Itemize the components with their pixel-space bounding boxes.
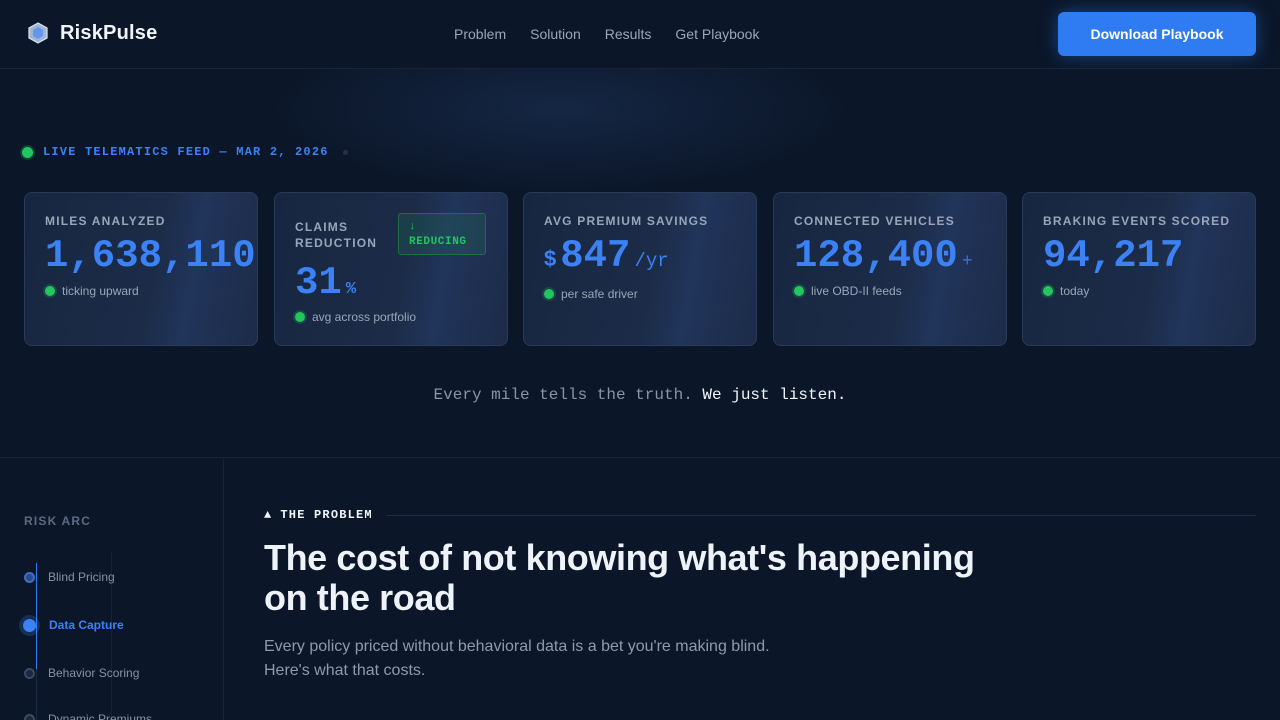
stat-number: 31 [295,261,342,305]
stat-value: 128,400 + [794,234,973,278]
sidebar-item-behavior-scoring[interactable]: Behavior Scoring [24,666,139,680]
badge-text: REDUCING [409,236,467,248]
stat-card-connected-vehicles: CONNECTED VEHICLES 128,400 + live OBD-II … [773,192,1007,346]
stat-value: 1,638,110 [45,234,256,278]
stat-card-premium-savings: AVG PREMIUM SAVINGS $847/yr per safe dri… [523,192,757,346]
stat-card-braking-events: BRAKING EVENTS SCORED 94,217 today [1022,192,1256,346]
tagline-emphasis: We just listen. [702,386,847,404]
feed-pulse-icon [342,149,348,155]
stat-label-line: REDUCTION [295,236,378,250]
tagline-muted: Every mile tells the truth. [433,386,693,404]
live-status-dot-icon [22,146,33,158]
stat-footnote: today [1043,284,1089,298]
stat-value: 31% [295,261,356,305]
live-feed-indicator: LIVE TELEMATICS FEED — MAR 2, 2026 [22,145,348,159]
sidebar-item-label: Dynamic Premiums [48,712,153,720]
nav-link-problem[interactable]: Problem [454,26,506,42]
hero-section: LIVE TELEMATICS FEED — MAR 2, 2026 MILES… [0,69,1280,458]
nav-link-results[interactable]: Results [605,26,652,42]
risk-arc-sidebar: RISK ARC Blind Pricing Data Capture Beha… [0,459,224,720]
status-dot-icon [544,289,554,299]
section-lead: Every policy priced without behavioral d… [264,635,824,683]
brand-name: RiskPulse [60,21,158,44]
stat-footnote: live OBD-II feeds [794,284,902,298]
site-header: RiskPulse Problem Solution Results Get P… [0,0,1280,69]
status-dot-icon [794,286,804,296]
stat-card-miles: MILES ANALYZED 1,638,110 ticking upward [24,192,258,346]
stat-label: CLAIMS REDUCTION [295,219,377,251]
sidebar-item-label: Blind Pricing [48,570,115,584]
sidebar-title: RISK ARC [24,514,92,528]
stat-number: 847 [560,234,631,278]
section-heading: The cost of not knowing what's happening… [264,537,975,618]
stat-value: $847/yr [544,234,669,278]
status-dot-icon [295,312,305,322]
status-dot-icon [45,286,55,296]
lead-line: Here's what that costs. [264,662,426,679]
eyebrow-text: THE PROBLEM [280,508,373,522]
stat-label: CONNECTED VEHICLES [794,214,955,228]
stat-unit: + [961,252,973,272]
nav-link-solution[interactable]: Solution [530,26,581,42]
main-nav: Problem Solution Results Get Playbook [454,26,759,42]
down-arrow-icon: ↓ [409,221,417,233]
status-dot-icon [1043,286,1053,296]
eyebrow-rule [386,515,1256,516]
stat-footnote-text: ticking upward [62,284,139,298]
stat-footnote: ticking upward [45,284,139,298]
stat-label: MILES ANALYZED [45,214,166,228]
stat-unit: % [345,280,357,299]
stat-footnote-text: avg across portfolio [312,310,417,324]
stat-footnote-text: today [1060,284,1090,298]
stat-footnote-text: live OBD-II feeds [811,284,902,298]
stat-label: AVG PREMIUM SAVINGS [544,214,709,228]
triangle-up-icon: ▲ [264,508,273,522]
step-dot-icon [24,713,35,720]
live-feed-label: LIVE TELEMATICS FEED — MAR 2, 2026 [43,145,329,159]
stat-unit: /yr [634,250,669,272]
sidebar-item-data-capture[interactable]: Data Capture [23,618,124,632]
stat-value: 94,217 [1043,234,1184,278]
step-dot-icon [23,618,36,632]
section-eyebrow: ▲ THE PROBLEM [264,508,373,522]
sidebar-item-label: Data Capture [49,618,124,632]
reducing-badge: ↓ REDUCING [398,213,486,255]
step-dot-icon [24,571,35,583]
download-playbook-button[interactable]: Download Playbook [1058,12,1256,56]
stat-card-claims: CLAIMS REDUCTION ↓ REDUCING 31% avg acro… [274,192,508,346]
sidebar-item-label: Behavior Scoring [48,666,140,680]
step-dot-icon [24,667,35,679]
stat-number: 128,400 [794,234,958,278]
logo-hexagon-icon [28,22,48,44]
stat-footnote: avg across portfolio [295,310,416,324]
stat-label-line: CLAIMS [295,220,349,234]
nav-link-get-playbook[interactable]: Get Playbook [675,26,759,42]
lead-line: Every policy priced without behavioral d… [264,638,770,655]
sidebar-item-dynamic-premiums[interactable]: Dynamic Premiums [24,712,152,720]
problem-section: ▲ THE PROBLEM The cost of not knowing wh… [264,459,1256,720]
brand[interactable]: RiskPulse [26,21,157,45]
sidebar-item-blind-pricing[interactable]: Blind Pricing [24,570,115,584]
stat-footnote-text: per safe driver [561,287,638,301]
tagline: Every mile tells the truth. We just list… [0,386,1280,404]
stat-label: BRAKING EVENTS SCORED [1043,214,1231,228]
stat-footnote: per safe driver [544,287,638,301]
currency-symbol: $ [544,246,557,271]
